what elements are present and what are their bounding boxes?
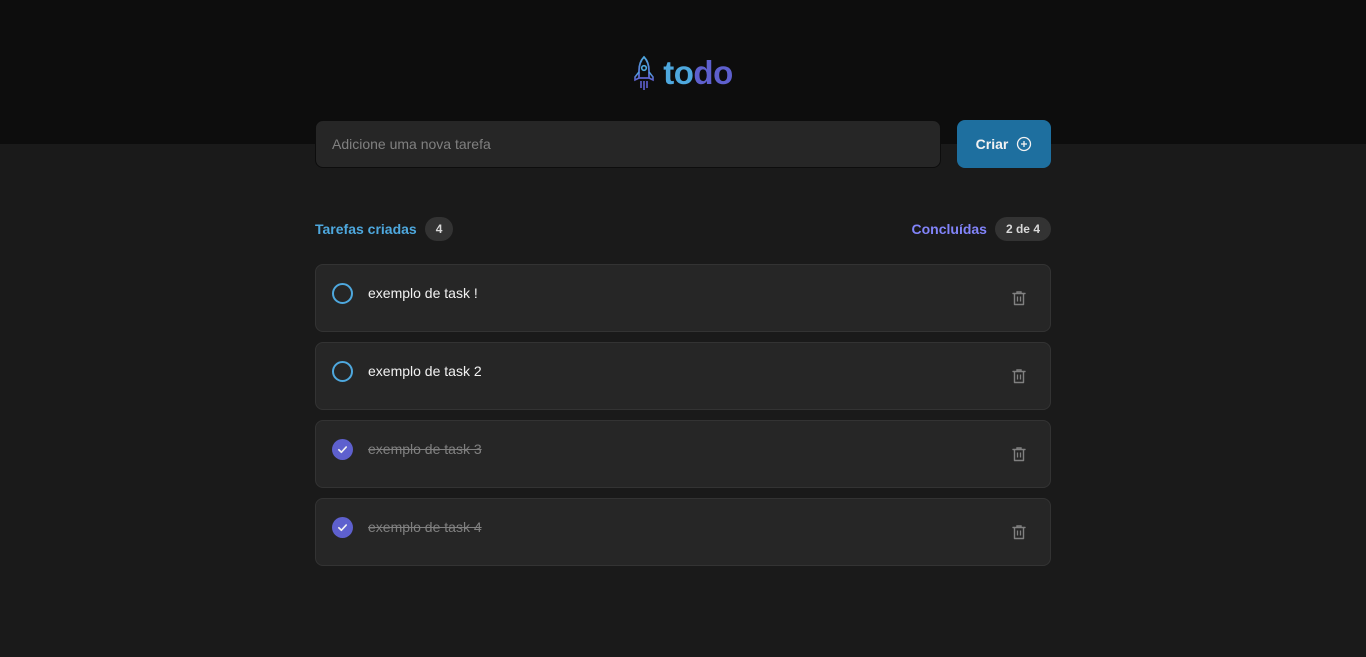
task-item: exemplo de task ! xyxy=(315,264,1051,332)
trash-icon[interactable] xyxy=(1010,445,1028,463)
app-logo: todo xyxy=(0,55,1366,91)
done-counter: Concluídas 2 de 4 xyxy=(911,217,1051,241)
create-button[interactable]: Criar xyxy=(957,120,1051,168)
task-item: exemplo de task 2 xyxy=(315,342,1051,410)
done-count-badge: 2 de 4 xyxy=(994,217,1051,241)
new-task-input[interactable] xyxy=(315,120,941,168)
task-counters: Tarefas criadas 4 Concluídas 2 de 4 xyxy=(315,217,1051,241)
task-item: exemplo de task 4 xyxy=(315,498,1051,566)
rocket-icon xyxy=(633,55,655,91)
trash-icon[interactable] xyxy=(1010,289,1028,307)
plus-circle-icon xyxy=(1016,136,1032,152)
created-count-badge: 4 xyxy=(424,217,454,241)
trash-icon[interactable] xyxy=(1010,523,1028,541)
task-text: exemplo de task 3 xyxy=(368,441,482,457)
check-icon xyxy=(338,524,347,532)
trash-icon[interactable] xyxy=(1010,367,1028,385)
task-text: exemplo de task 2 xyxy=(368,363,482,379)
create-button-label: Criar xyxy=(975,136,1009,152)
unchecked-checkbox[interactable] xyxy=(332,283,353,304)
done-label: Concluídas xyxy=(911,221,987,237)
task-text: exemplo de task 4 xyxy=(368,519,482,535)
task-text: exemplo de task ! xyxy=(368,285,478,301)
task-item: exemplo de task 3 xyxy=(315,420,1051,488)
task-list: exemplo de task ! exemplo de task 2 exempl… xyxy=(315,264,1051,566)
created-counter: Tarefas criadas 4 xyxy=(315,217,454,241)
new-task-form: Criar xyxy=(315,120,1051,168)
check-icon xyxy=(338,446,347,454)
checked-checkbox[interactable] xyxy=(332,517,353,538)
logo-text: todo xyxy=(663,54,733,91)
checked-checkbox[interactable] xyxy=(332,439,353,460)
created-label: Tarefas criadas xyxy=(315,221,417,237)
unchecked-checkbox[interactable] xyxy=(332,361,353,382)
